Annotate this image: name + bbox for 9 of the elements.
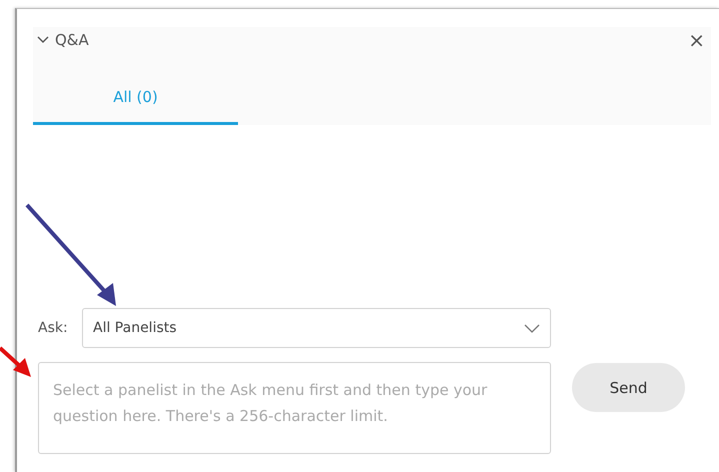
close-button[interactable]: × — [684, 30, 709, 50]
annotation-arrow — [0, 346, 31, 377]
ask-label: Ask: — [38, 320, 69, 336]
send-button[interactable]: Send — [572, 363, 685, 412]
recipient-dropdown[interactable]: All Panelists — [82, 308, 551, 348]
panel-title: Q&A — [55, 31, 90, 49]
question-field[interactable]: Select a panelist in the Ask menu first and then type your question here. There's a 256-character limit. — [38, 362, 551, 454]
chevron-down-icon[interactable] — [37, 36, 49, 44]
chevron-down-icon — [524, 324, 540, 332]
